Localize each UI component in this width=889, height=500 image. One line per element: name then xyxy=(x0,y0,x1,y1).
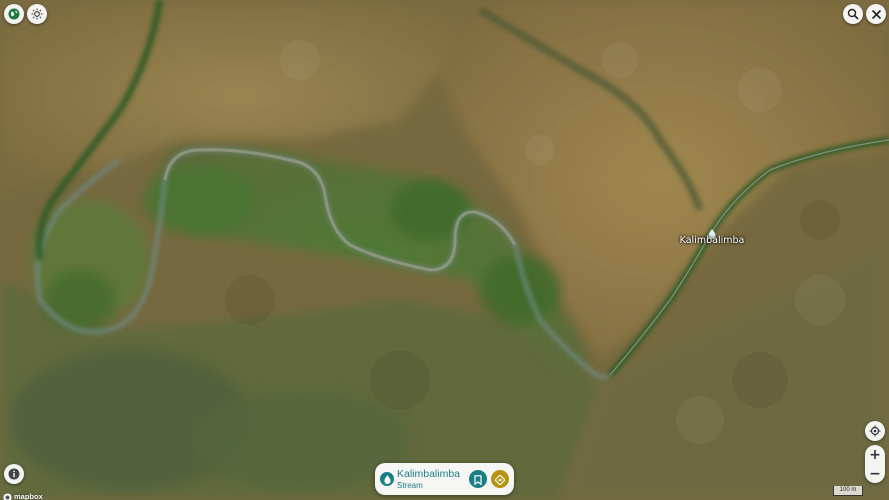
style-button[interactable] xyxy=(27,4,47,24)
scale-bar: 100 m xyxy=(833,486,863,496)
crosshair-icon xyxy=(869,425,881,437)
search-button[interactable] xyxy=(843,4,863,24)
mapbox-logo[interactable]: mapbox xyxy=(3,487,43,500)
bookmark-icon xyxy=(474,470,482,489)
directions-icon xyxy=(494,470,506,489)
zoom-in-button[interactable]: + xyxy=(865,445,885,464)
water-drop-icon xyxy=(380,472,394,486)
globe-icon xyxy=(8,8,20,20)
satellite-imagery xyxy=(0,0,889,500)
zoom-out-button[interactable]: − xyxy=(865,464,885,483)
info-button[interactable] xyxy=(4,464,24,484)
brand-label: mapbox xyxy=(14,492,43,500)
close-icon xyxy=(871,9,882,20)
info-icon xyxy=(8,468,20,480)
poi-label[interactable]: Kalimbalimba xyxy=(672,235,752,246)
zoom-control: + − xyxy=(865,445,885,483)
search-icon xyxy=(847,8,859,20)
mapbox-icon xyxy=(3,487,12,500)
sun-icon xyxy=(31,8,43,20)
directions-button[interactable] xyxy=(491,470,509,488)
place-subtitle: Stream xyxy=(397,481,423,490)
layers-button[interactable] xyxy=(4,4,24,24)
save-button[interactable] xyxy=(469,470,487,488)
satellite-map[interactable]: Kalimbalimba + − mapbox 100 m Kalimbalim… xyxy=(0,0,889,500)
close-button[interactable] xyxy=(866,4,886,24)
poi-marker[interactable]: Kalimbalimba xyxy=(672,224,752,246)
place-title[interactable]: Kalimbalimba xyxy=(397,468,460,480)
locate-button[interactable] xyxy=(865,421,885,441)
place-card[interactable]: Kalimbalimba Stream xyxy=(375,463,514,495)
water-drop-icon xyxy=(708,224,716,239)
